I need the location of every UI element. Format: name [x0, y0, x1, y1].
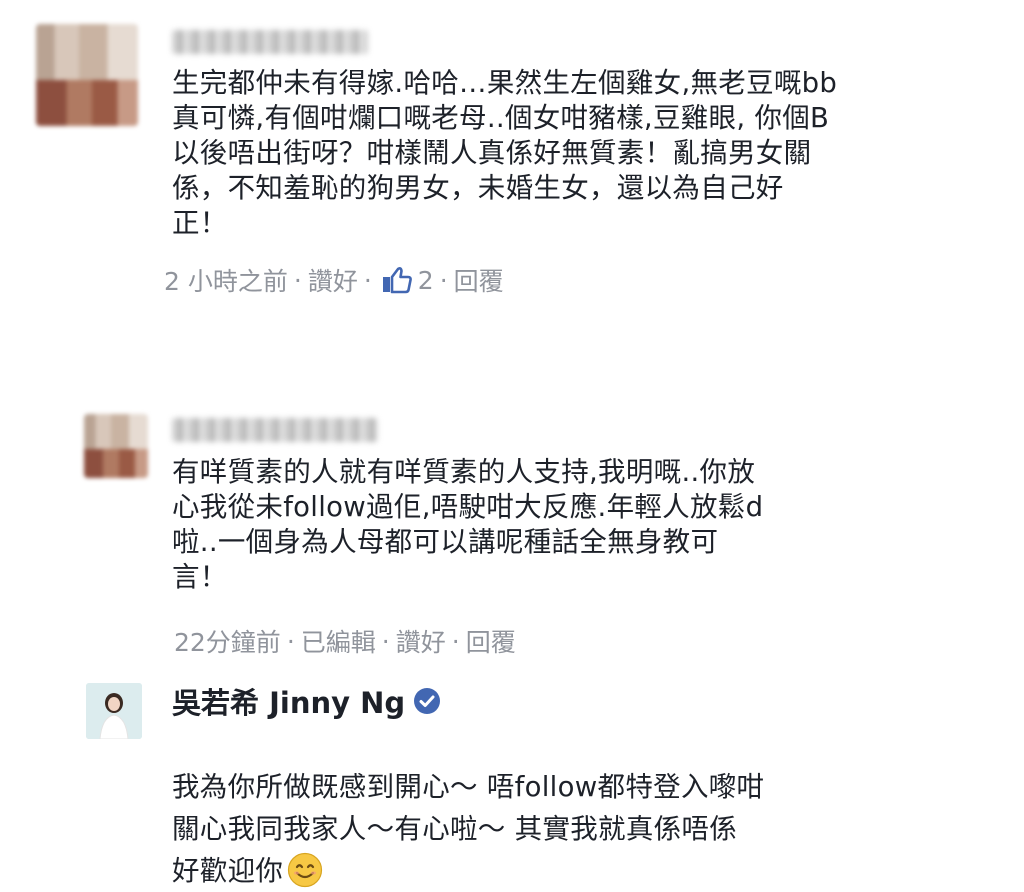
edited-label[interactable]: 已編輯 — [301, 623, 376, 659]
smile-emoji-icon — [288, 852, 323, 888]
verified-badge-icon — [414, 688, 441, 714]
comment-text: 生完都仲未有得嫁.哈哈…果然生左個雞女,無老豆嘅bb 真可憐,有個咁爛口嘅老母.… — [172, 67, 838, 239]
avatar[interactable] — [86, 683, 142, 739]
separator-dot: · — [439, 265, 448, 295]
comment-text: 我為你所做既感到開心～ 唔follow都特登入嚟咁 關心我同我家人～有心啦～ 其… — [172, 771, 765, 887]
separator-dot: · — [293, 265, 302, 295]
profile-photo — [86, 683, 142, 739]
separator-dot: · — [286, 626, 295, 656]
timestamp[interactable]: 2 小時之前 — [164, 262, 288, 298]
like-count[interactable]: 2 — [418, 266, 434, 295]
like-link[interactable]: 讚好 — [308, 262, 358, 298]
reply-link[interactable]: 回覆 — [466, 623, 516, 659]
separator-dot: · — [381, 626, 390, 656]
comment-text-wrap: 我為你所做既感到開心～ 唔follow都特登入嚟咁 關心我同我家人～有心啦～ 其… — [172, 724, 1012, 892]
author-name[interactable]: 吳若希 Jinny Ng — [172, 680, 441, 722]
timestamp[interactable]: 22分鐘前 — [174, 623, 281, 659]
separator-dot: · — [363, 265, 372, 295]
author-name-blurred[interactable] — [172, 418, 378, 442]
comment-text: 有咩質素的人就有咩質素的人支持,我明嘅..你放 心我從未follow過佢,唔駛咁… — [172, 456, 764, 593]
reply-link[interactable]: 回覆 — [454, 262, 504, 298]
author-name-text[interactable]: 吳若希 Jinny Ng — [172, 680, 405, 722]
avatar[interactable] — [36, 24, 138, 126]
thumbs-up-icon[interactable] — [382, 266, 412, 294]
author-name-blurred[interactable] — [172, 30, 368, 54]
comment-meta: 2 小時之前 · 讚好 · 2 · 回覆 — [164, 262, 504, 298]
comment-meta: 22分鐘前 · 已編輯 · 讚好 · 回覆 — [174, 623, 516, 659]
separator-dot: · — [451, 626, 460, 656]
like-link[interactable]: 讚好 — [396, 623, 446, 659]
avatar[interactable] — [84, 414, 148, 478]
